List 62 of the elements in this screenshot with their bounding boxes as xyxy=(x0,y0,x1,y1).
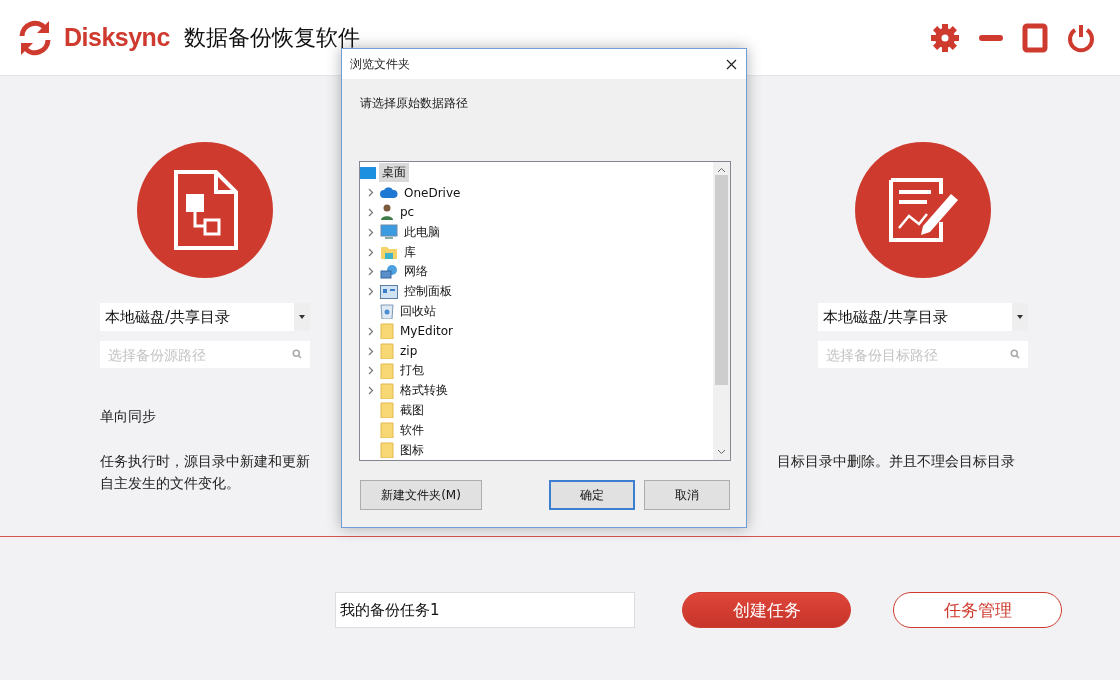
folder-icon xyxy=(380,323,394,340)
app-title: 数据备份恢复软件 xyxy=(183,23,360,52)
tree-item[interactable]: pc xyxy=(397,204,418,221)
chevron-right-icon xyxy=(368,208,374,217)
settings-icon[interactable] xyxy=(930,22,960,53)
network-icon xyxy=(380,263,398,280)
tree-item[interactable]: OneDrive xyxy=(401,184,464,201)
document-diagram-icon xyxy=(172,170,238,250)
tree-item[interactable]: 控制面板 xyxy=(401,282,455,302)
new-folder-button[interactable]: 新建文件夹(M) xyxy=(360,480,482,510)
dialog-title: 浏览文件夹 xyxy=(350,55,410,73)
tree-item[interactable]: 格式转换 xyxy=(397,381,451,401)
monitor-icon xyxy=(380,224,398,241)
minimize-icon[interactable] xyxy=(978,33,1004,42)
search-icon xyxy=(1010,349,1020,359)
desktop-icon xyxy=(360,165,376,180)
scroll-up-icon[interactable] xyxy=(717,167,726,173)
folder-icon xyxy=(380,362,394,379)
mode-description: 目标目录中删除。并且不理会目标目录 xyxy=(777,452,1015,471)
tree-item[interactable]: MyEditor xyxy=(397,323,456,340)
folder-icon xyxy=(380,382,394,399)
mode-description: 自主发生的文件变化。 xyxy=(100,474,241,493)
maximize-icon[interactable] xyxy=(1022,22,1048,53)
path-field[interactable]: 选择备份源路径 xyxy=(100,341,310,368)
cancel-button[interactable]: 取消 xyxy=(644,480,730,510)
brand-logo-text: Disksync xyxy=(64,23,170,52)
tree-item[interactable]: 库 xyxy=(401,242,419,262)
library-icon xyxy=(380,244,398,261)
cloud-icon xyxy=(380,186,398,199)
task-name-field[interactable]: 我的备份任务1 xyxy=(335,592,635,628)
tree-item[interactable]: 网络 xyxy=(401,262,431,282)
ok-button[interactable]: 确定 xyxy=(549,480,635,510)
create-task-button[interactable]: 创建任务 xyxy=(682,592,851,628)
mode-description: 任务执行时，源目录中新建和更新 xyxy=(100,452,310,471)
search-icon xyxy=(292,349,302,359)
sync-mode-title: 单向同步 xyxy=(100,408,156,426)
tree-item[interactable]: 此电脑 xyxy=(401,222,443,242)
user-icon xyxy=(380,204,394,221)
tree-item[interactable]: 图标 xyxy=(397,440,427,460)
task-manage-button[interactable]: 任务管理 xyxy=(893,592,1062,628)
tree-item[interactable]: 打包 xyxy=(397,361,427,381)
close-icon xyxy=(725,58,737,70)
scrollbar[interactable] xyxy=(713,162,730,460)
source-type-select[interactable]: 本地磁盘/共享目录 xyxy=(818,303,1028,331)
tree-item[interactable]: zip xyxy=(397,343,421,360)
folder-icon xyxy=(380,442,394,459)
folder-icon xyxy=(380,402,394,419)
folder-icon xyxy=(380,343,394,360)
caret-icon xyxy=(1017,315,1023,319)
power-icon[interactable] xyxy=(1066,22,1096,53)
caret-icon xyxy=(299,315,305,319)
tree-item[interactable]: 软件 xyxy=(397,420,427,440)
recycle-bin-icon xyxy=(380,303,394,320)
control-panel-icon xyxy=(380,284,398,299)
folder-icon xyxy=(380,422,394,439)
tree-item[interactable]: 回收站 xyxy=(397,301,439,321)
tree-item[interactable]: 截图 xyxy=(397,400,427,420)
tree-item[interactable]: 桌面 xyxy=(379,163,409,183)
source-type-select[interactable]: 本地磁盘/共享目录 xyxy=(100,303,310,331)
scroll-down-icon[interactable] xyxy=(717,449,726,455)
path-field[interactable]: 选择备份目标路径 xyxy=(818,341,1028,368)
dialog-prompt: 请选择原始数据路径 xyxy=(360,95,469,112)
